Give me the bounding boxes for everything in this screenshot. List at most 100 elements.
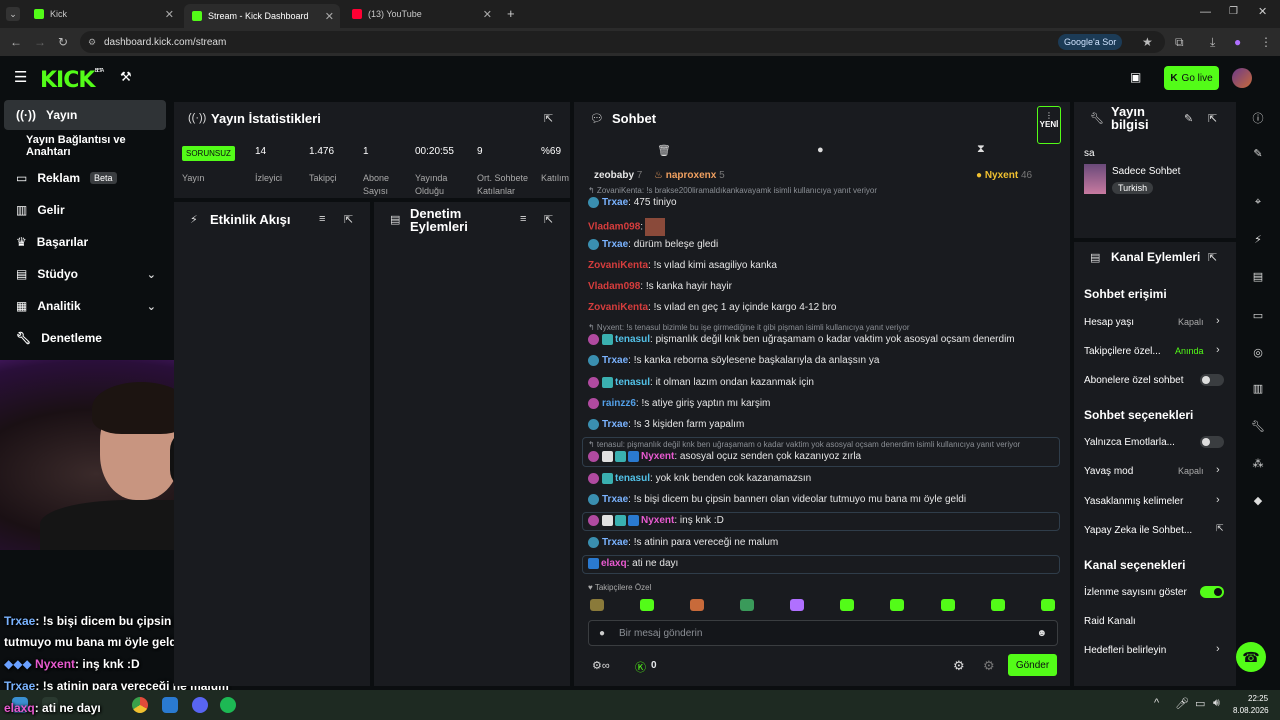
hourglass-icon[interactable]: ⧗: [977, 143, 985, 156]
profile-icon[interactable]: ●: [1234, 35, 1241, 49]
category-thumbnail[interactable]: [1084, 164, 1106, 194]
chat-username[interactable]: Trxae: [602, 419, 628, 430]
send-button[interactable]: Gönder: [1008, 654, 1057, 676]
chat-username[interactable]: Vladam098: [588, 222, 640, 233]
emote-icon[interactable]: [991, 599, 1005, 611]
edit-pencil-icon[interactable]: ✎: [1184, 112, 1193, 125]
chat-username[interactable]: Trxae: [602, 537, 628, 548]
sidebar-item-reklam[interactable]: ▭ Reklam Beta: [4, 163, 166, 193]
trash-icon[interactable]: 🗑︎: [657, 144, 671, 157]
filter-icon[interactable]: ≡: [319, 213, 325, 225]
chat-bubble-icon[interactable]: ●: [817, 144, 824, 156]
clock-date[interactable]: 8.08.2026: [1233, 706, 1269, 715]
chat-username[interactable]: Nyxent: [641, 515, 674, 526]
chat-username[interactable]: elaxq: [601, 558, 627, 569]
subscribers-only-toggle[interactable]: [1200, 374, 1224, 386]
chat-username[interactable]: tenasul: [615, 473, 650, 484]
tab-stream-dashboard[interactable]: Stream - Kick Dashboard ✕: [184, 4, 340, 28]
emote-only-toggle[interactable]: [1200, 436, 1224, 448]
popout-icon[interactable]: ⇱: [544, 112, 553, 125]
slow-mode-row[interactable]: Yavaş mod: [1084, 466, 1133, 477]
chat-message[interactable]: Vladam098: !s kanka hayir hayir: [588, 281, 732, 292]
chat-message[interactable]: Trxae: !s atinin para vereceği ne malum: [588, 537, 778, 548]
chat-username[interactable]: Trxae: [602, 239, 628, 250]
close-tab-icon[interactable]: ✕: [325, 10, 334, 23]
account-age-row[interactable]: Hesap yaşı: [1084, 317, 1134, 328]
chat-username[interactable]: Trxae: [602, 355, 628, 366]
chat-username[interactable]: ZovaniKenta: [588, 260, 648, 271]
popout-icon[interactable]: ⇱: [1208, 251, 1217, 264]
tools-icon[interactable]: ⚒: [120, 69, 132, 85]
top-user[interactable]: zeobaby 7: [594, 170, 642, 181]
google-sor-button[interactable]: Google'a Sor: [1058, 34, 1123, 50]
chat-message[interactable]: tenasul: pişmanlık değil knk ben uğraşam…: [588, 334, 1015, 345]
sidebar-item-analitik[interactable]: ▦ Analitik ⌄: [4, 291, 166, 321]
document-icon[interactable]: ▤: [1250, 270, 1266, 286]
chat-message[interactable]: tenasul: it olman lazım ondan kazanmak i…: [588, 377, 814, 388]
go-live-button[interactable]: K Go live: [1164, 66, 1219, 90]
discord-icon[interactable]: [192, 697, 208, 713]
forward-arrow-icon[interactable]: →: [34, 35, 46, 49]
download-icon[interactable]: ⤓: [1210, 35, 1215, 50]
tray-chevron-icon[interactable]: ^: [1154, 697, 1159, 709]
emote-icon[interactable]: [640, 599, 654, 611]
extensions-icon[interactable]: ⧉: [1175, 35, 1184, 50]
close-window-button[interactable]: ✕: [1258, 5, 1267, 18]
popout-icon[interactable]: ⇱: [544, 213, 553, 226]
wrench-icon[interactable]: 🔧︎: [1250, 420, 1266, 436]
server-icon[interactable]: ▥: [1250, 382, 1266, 398]
clock-time[interactable]: 22:25: [1248, 694, 1268, 703]
settings-icon[interactable]: ⚙∞: [592, 659, 610, 672]
chat-message[interactable]: rainzz6: !s atiye giriş yaptın mı karşim: [588, 398, 770, 409]
emote-icon[interactable]: [1041, 599, 1055, 611]
banned-words-row[interactable]: Yasaklanmış kelimeler: [1084, 496, 1183, 507]
back-arrow-icon[interactable]: ←: [10, 35, 22, 49]
emote-only-row[interactable]: Yalnızca Emotlarla...: [1084, 437, 1175, 448]
chat-message[interactable]: Trxae: !s 3 kişiden farm yapalım: [588, 419, 744, 430]
tab-kick[interactable]: Kick ✕: [26, 4, 180, 24]
emote-icon[interactable]: [941, 599, 955, 611]
chat-message[interactable]: Trxae: 475 tiniyo: [588, 197, 677, 208]
hamburger-menu-icon[interactable]: ☰: [14, 68, 27, 86]
maximize-button[interactable]: ❐: [1229, 6, 1238, 17]
raid-channel-row[interactable]: Raid Kanalı: [1084, 616, 1136, 627]
chat-username[interactable]: Vladam098: [588, 281, 640, 292]
menu-dots-icon[interactable]: ⋮: [1260, 35, 1272, 49]
user-avatar[interactable]: [1232, 68, 1252, 88]
sidebar-item-denetleme[interactable]: 🔧︎ Denetleme: [4, 323, 166, 353]
chat-message[interactable]: Trxae: !s bişi dicem bu çipsin bannerı o…: [588, 494, 966, 505]
pencil-icon[interactable]: ✎: [1250, 147, 1266, 163]
info-icon[interactable]: ⓘ: [1250, 110, 1266, 126]
emoji-icon[interactable]: ☻: [1036, 628, 1047, 639]
chat-menu-button[interactable]: ⋮ YENİ: [1037, 106, 1061, 144]
chat-message[interactable]: elaxq: ati ne dayı: [588, 558, 678, 569]
chat-username[interactable]: Trxae: [602, 197, 628, 208]
chat-message[interactable]: Trxae: !s kanka reborna söylesene başkal…: [588, 355, 879, 366]
shield-icon[interactable]: ◆: [1250, 494, 1266, 510]
emote-icon[interactable]: [840, 599, 854, 611]
language-tag[interactable]: Turkish: [1112, 182, 1154, 194]
screen-icon[interactable]: ▣: [1130, 70, 1141, 84]
emote-icon[interactable]: [740, 599, 754, 611]
filter-icon[interactable]: ≡: [520, 213, 526, 225]
close-tab-icon[interactable]: ✕: [483, 8, 492, 21]
sidebar-item-basarilar[interactable]: ♛ Başarılar: [4, 227, 166, 257]
tab-youtube[interactable]: (13) YouTube ✕: [344, 4, 498, 24]
sidebar-item-stream-key[interactable]: Yayın Bağlantısı ve Anahtarı: [4, 131, 166, 161]
chat-message[interactable]: Nyxent: asosyal oçuz senden çok kazanıyo…: [588, 451, 861, 462]
emote-icon[interactable]: [590, 599, 604, 611]
close-tab-icon[interactable]: ✕: [165, 8, 174, 21]
kick-logo[interactable]: KICKBETA: [40, 68, 104, 93]
top-user[interactable]: ♨ naproxenx 5: [654, 170, 725, 181]
chat-message[interactable]: Vladam098:: [588, 218, 666, 236]
emote-icon[interactable]: [690, 599, 704, 611]
app-icon[interactable]: [162, 697, 178, 713]
sidebar-item-studyo[interactable]: ▤ Stüdyo ⌄: [4, 259, 166, 289]
emote-icon[interactable]: [790, 599, 804, 611]
subscribers-only-row[interactable]: Abonelere özel sohbet: [1084, 375, 1184, 386]
chat-message[interactable]: ZovaniKenta: !s vılad kimi asagiliyo kan…: [588, 260, 777, 271]
chat-message[interactable]: Trxae: dürüm beleşe gledi: [588, 239, 718, 250]
mic-icon[interactable]: 🎤︎: [1175, 697, 1189, 710]
set-goals-row[interactable]: Hedefleri belirleyin: [1084, 645, 1166, 656]
minimize-button[interactable]: —: [1200, 6, 1211, 18]
